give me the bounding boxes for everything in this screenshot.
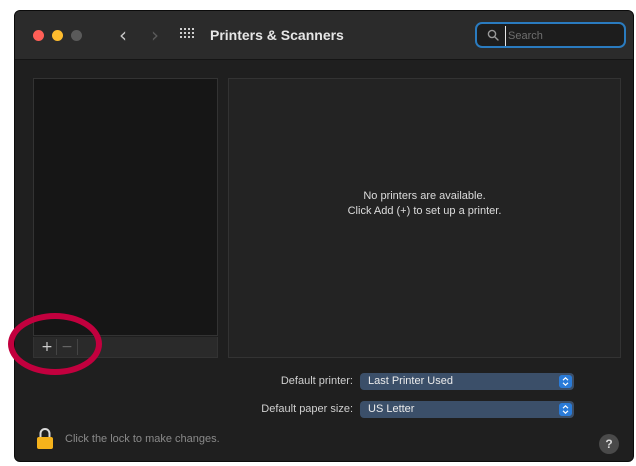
lock-instruction-text: Click the lock to make changes. <box>65 433 220 445</box>
empty-state-line2: Click Add (+) to set up a printer. <box>347 205 502 217</box>
default-paper-size-popup[interactable]: US Letter <box>360 401 574 418</box>
default-paper-size-value: US Letter <box>368 403 415 415</box>
default-printer-popup[interactable]: Last Printer Used <box>360 373 574 390</box>
remove-printer-button[interactable]: − <box>58 337 76 357</box>
zoom-window-button[interactable] <box>71 30 82 41</box>
close-window-button[interactable] <box>33 30 44 41</box>
popup-arrows-icon <box>559 375 572 388</box>
show-all-preferences-button[interactable] <box>180 28 194 40</box>
printer-list-toolbar: + − <box>33 337 218 358</box>
printer-list[interactable] <box>33 78 218 336</box>
default-printer-value: Last Printer Used <box>368 375 453 387</box>
popup-arrows-icon <box>559 403 572 416</box>
toolbar-divider <box>56 339 57 355</box>
grid-icon <box>180 28 182 30</box>
toolbar-divider <box>77 339 78 355</box>
chevron-left-icon: ‹ <box>119 23 127 47</box>
printer-detail-panel: No printers are available. Click Add (+)… <box>228 78 621 358</box>
empty-state-line1: No printers are available. <box>363 190 486 202</box>
printers-scanners-window: ‹ › Printers & Scanners + − No printers … <box>14 10 634 462</box>
add-printer-button[interactable]: + <box>38 337 56 357</box>
window-title: Printers & Scanners <box>210 27 344 43</box>
default-printer-label: Default printer: <box>280 375 353 387</box>
search-field[interactable] <box>475 22 626 48</box>
lock-icon[interactable] <box>36 427 54 449</box>
search-input[interactable] <box>505 26 625 46</box>
minimize-window-button[interactable] <box>52 30 63 41</box>
back-button[interactable]: ‹ <box>111 22 135 48</box>
forward-button[interactable]: › <box>143 22 167 48</box>
search-icon <box>487 29 499 41</box>
empty-state-message: No printers are available. Click Add (+)… <box>229 189 620 219</box>
help-button[interactable]: ? <box>599 434 619 454</box>
chevron-right-icon: › <box>151 23 159 47</box>
titlebar: ‹ › Printers & Scanners <box>15 11 633 60</box>
default-paper-size-label: Default paper size: <box>261 403 353 415</box>
